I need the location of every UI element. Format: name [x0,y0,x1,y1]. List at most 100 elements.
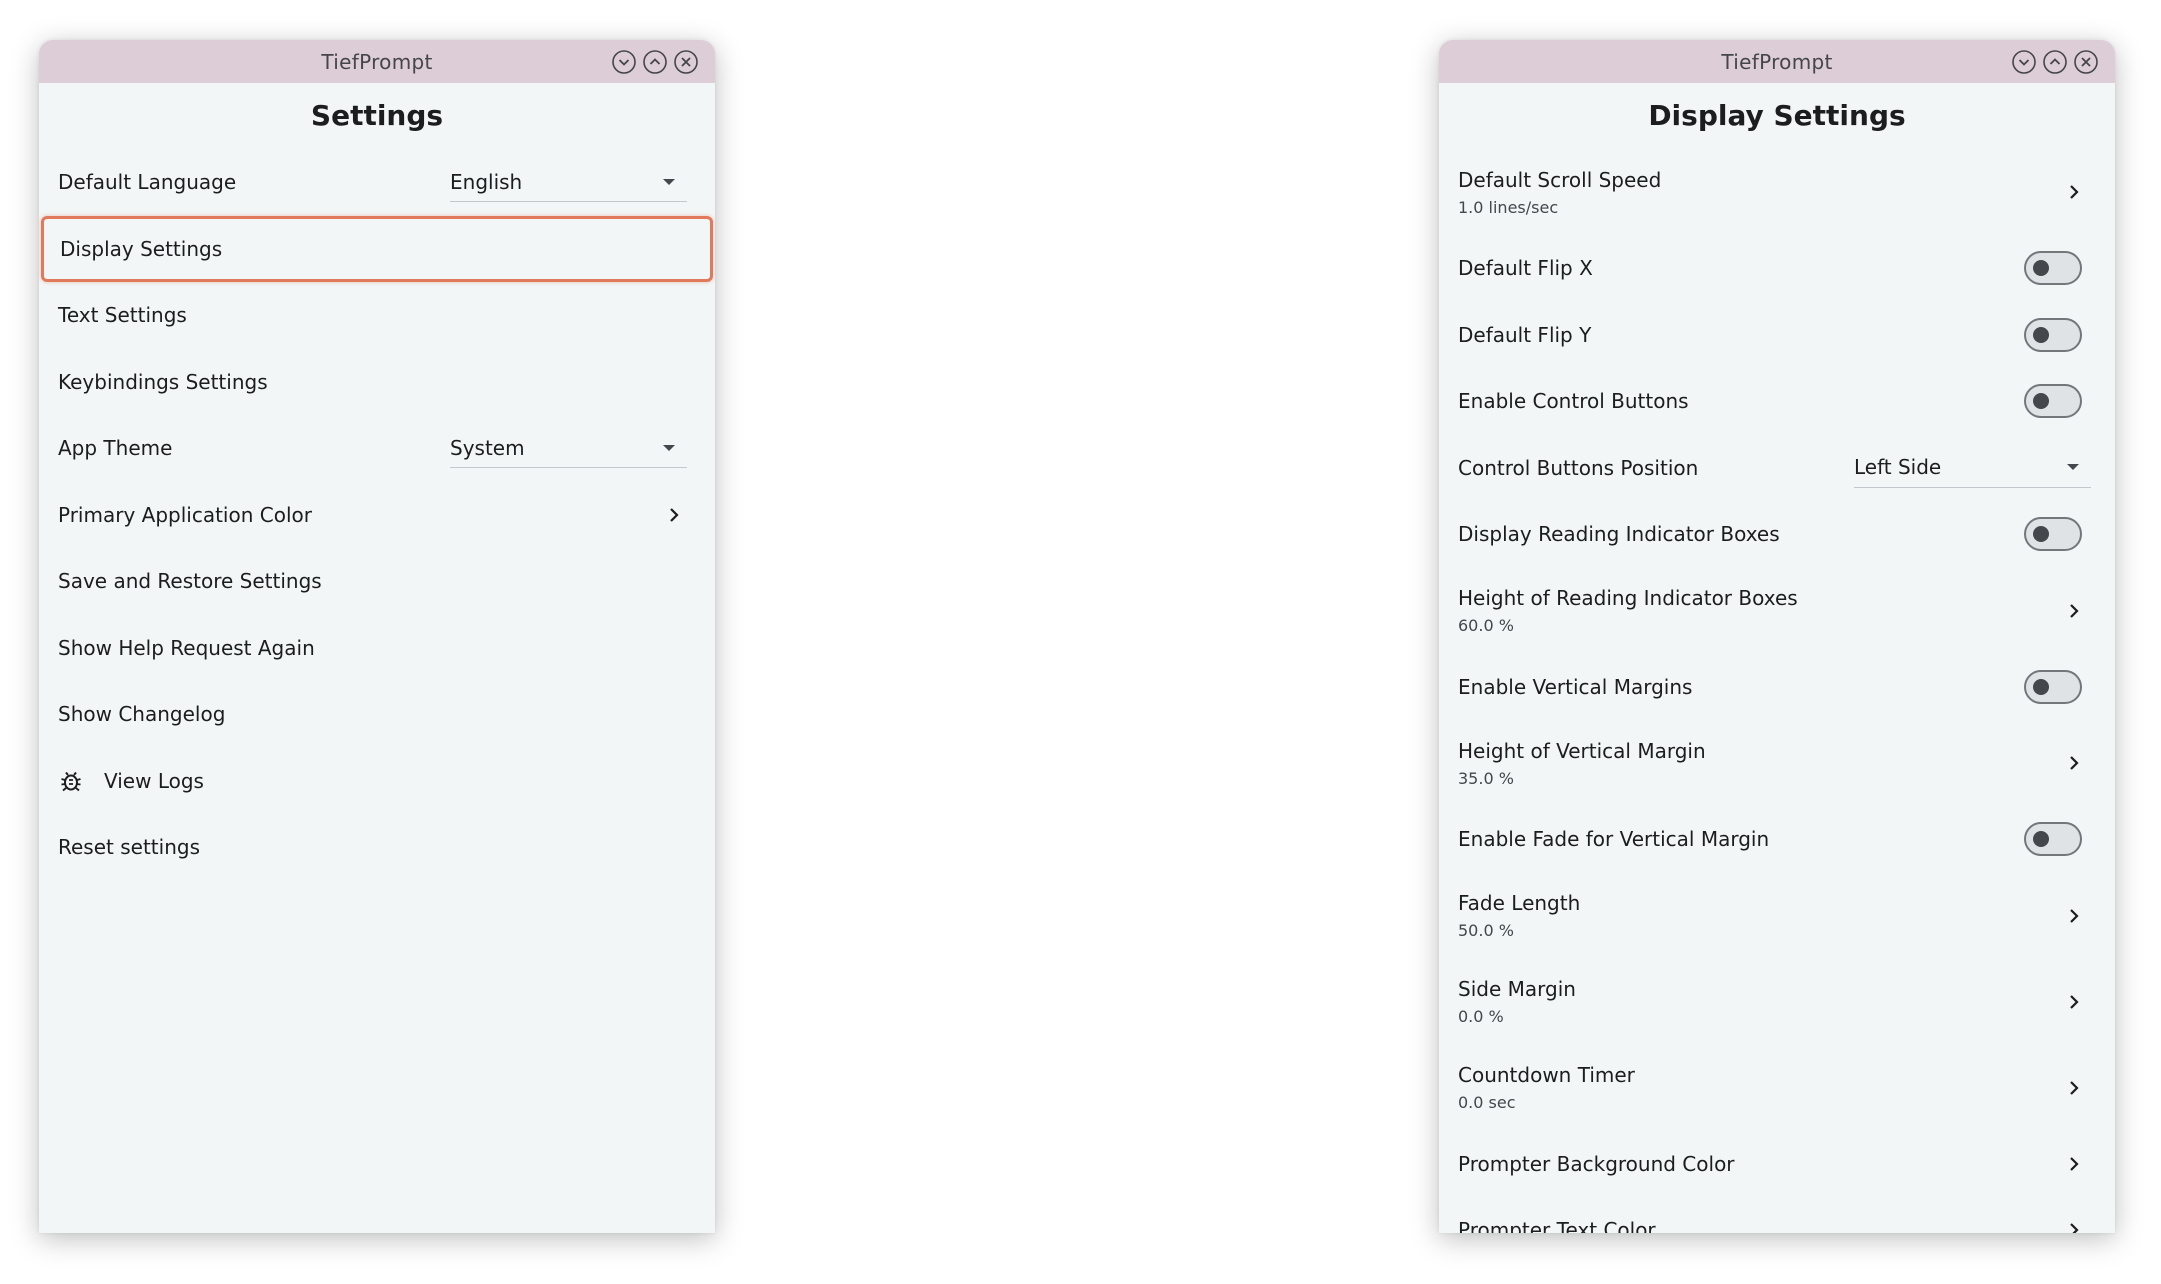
setting-reset-settings[interactable]: Reset settings [39,814,715,881]
chevron-right-icon [2070,1156,2079,1171]
display-settings-list: Default Scroll Speed 1.0 lines/sec Defau… [1439,149,2115,1233]
setting-primary-application-color[interactable]: Primary Application Color [39,482,715,549]
dropdown-caret-icon [663,178,675,185]
chevron-right-icon [2070,1080,2079,1095]
setting-label: App Theme [58,436,173,461]
setting-label: Enable Vertical Margins [1458,674,1693,699]
maximize-icon[interactable] [2042,49,2068,75]
title-bar[interactable]: TiefPrompt [1439,40,2115,83]
setting-label: Display Settings [60,236,223,261]
setting-label: Show Help Request Again [58,635,315,660]
setting-label: Save and Restore Settings [58,569,322,594]
chevron-right-icon [2070,756,2079,770]
setting-label: Keybindings Settings [58,369,268,394]
chevron-right-icon [2070,908,2079,923]
setting-label: View Logs [104,768,204,793]
setting-label: Default Flip Y [1458,322,1592,347]
window-controls [2011,49,2099,75]
chevron-right-icon [2070,603,2079,618]
minimize-icon[interactable] [611,49,637,75]
setting-value: 50.0 % [1458,921,1514,940]
title-bar[interactable]: TiefPrompt [39,40,715,83]
setting-label: Fade Length [1458,891,1581,915]
toggle-knob [2033,526,2049,543]
toggle-knob [2033,831,2049,848]
flip-y-toggle[interactable] [2024,317,2082,352]
setting-label: Control Buttons Position [1458,455,1699,480]
window-title: TiefPrompt [321,49,433,74]
setting-enable-fade-vertical-margin: Enable Fade for Vertical Margin [1439,806,2115,873]
setting-label: Default Language [58,170,237,195]
page-title: Display Settings [1648,99,1906,132]
dropdown-value: Left Side [1854,455,1942,480]
setting-value: 60.0 % [1458,616,1514,635]
setting-height-vertical-margin[interactable]: Height of Vertical Margin 35.0 % [1439,720,2115,806]
setting-display-reading-indicator-boxes: Display Reading Indicator Boxes [1439,501,2115,568]
chevron-right-icon [2070,1223,2079,1233]
setting-label: Side Margin [1458,977,1576,1001]
setting-keybindings-settings[interactable]: Keybindings Settings [39,349,715,416]
setting-enable-control-buttons: Enable Control Buttons [1439,368,2115,435]
setting-label: Default Scroll Speed [1458,167,1662,192]
setting-prompter-text-color[interactable]: Prompter Text Color [1439,1197,2115,1233]
language-dropdown[interactable]: English [450,162,687,203]
bug-icon [61,771,81,791]
setting-label: Show Changelog [58,702,226,727]
setting-label: Prompter Text Color [1458,1218,1656,1233]
setting-label: Countdown Timer [1458,1063,1635,1087]
setting-text-settings[interactable]: Text Settings [39,282,715,349]
vertical-margins-toggle[interactable] [2024,669,2082,704]
setting-default-language: Default Language English [39,149,715,216]
theme-dropdown[interactable]: System [450,428,687,469]
setting-fade-length[interactable]: Fade Length 50.0 % [1439,873,2115,959]
dropdown-caret-icon [2067,464,2079,471]
setting-default-flip-y: Default Flip Y [1439,302,2115,369]
settings-list: Default Language English Display Setting… [39,149,715,881]
page-title: Settings [310,99,444,132]
setting-label: Prompter Background Color [1458,1151,1735,1176]
setting-control-buttons-position: Control Buttons Position Left Side [1439,435,2115,502]
setting-enable-vertical-margins: Enable Vertical Margins [1439,654,2115,721]
reading-indicator-toggle[interactable] [2024,517,2082,552]
toggle-knob [2033,678,2049,695]
setting-side-margin[interactable]: Side Margin 0.0 % [1439,959,2115,1045]
maximize-icon[interactable] [642,49,668,75]
setting-save-restore[interactable]: Save and Restore Settings [39,548,715,615]
setting-show-help-request[interactable]: Show Help Request Again [39,615,715,682]
control-buttons-toggle[interactable] [2024,384,2082,419]
setting-prompter-background-color[interactable]: Prompter Background Color [1439,1131,2115,1198]
setting-label: Default Flip X [1458,256,1593,281]
setting-value: 0.0 sec [1458,1093,1516,1112]
setting-label: Enable Fade for Vertical Margin [1458,827,1770,852]
setting-default-scroll-speed[interactable]: Default Scroll Speed 1.0 lines/sec [1439,149,2115,235]
setting-app-theme: App Theme System [39,415,715,482]
flip-x-toggle[interactable] [2024,251,2082,286]
toggle-knob [2033,326,2049,343]
setting-value: 0.0 % [1458,1007,1504,1026]
minimize-icon[interactable] [2011,49,2037,75]
close-icon[interactable] [673,49,699,75]
close-icon[interactable] [2073,49,2099,75]
setting-label: Height of Vertical Margin [1458,738,1706,763]
setting-height-reading-indicator-boxes[interactable]: Height of Reading Indicator Boxes 60.0 % [1439,568,2115,654]
chevron-right-icon [2070,994,2079,1009]
chevron-right-icon [2070,185,2079,199]
window-controls [611,49,699,75]
setting-label: Display Reading Indicator Boxes [1458,522,1780,547]
display-settings-window: TiefPrompt Display Settings Default Scro… [1439,40,2115,1233]
setting-show-changelog[interactable]: Show Changelog [39,681,715,748]
window-title: TiefPrompt [1721,49,1833,74]
setting-default-flip-x: Default Flip X [1439,235,2115,302]
control-position-dropdown[interactable]: Left Side [1854,448,2091,488]
setting-value: 1.0 lines/sec [1458,197,1559,217]
setting-label: Enable Control Buttons [1458,389,1689,414]
toggle-knob [2033,260,2049,277]
setting-view-logs[interactable]: View Logs [39,748,715,815]
setting-countdown-timer[interactable]: Countdown Timer 0.0 sec [1439,1045,2115,1131]
fade-vertical-margin-toggle[interactable] [2024,822,2082,857]
dropdown-caret-icon [663,444,675,451]
setting-display-settings[interactable]: Display Settings [41,215,713,282]
toggle-knob [2033,393,2049,410]
setting-label: Text Settings [58,303,187,328]
setting-label: Reset settings [58,835,200,860]
